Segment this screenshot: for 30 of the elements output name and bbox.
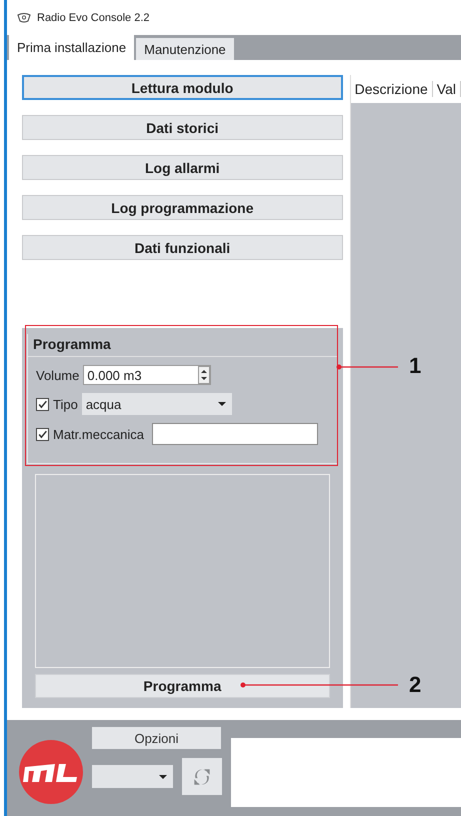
options-button[interactable]: Opzioni [92,727,221,749]
callout-number: 2 [409,672,422,698]
program-button[interactable]: Programma [35,674,330,698]
window-title: Radio Evo Console 2.2 [37,12,150,24]
action-button[interactable]: Dati funzionali [22,235,343,260]
action-button[interactable]: Log allarmi [22,155,343,180]
action-button[interactable]: Log programmazione [22,195,343,220]
caret-icon [218,402,226,406]
caret-icon [159,774,167,778]
field-label: Volume [36,368,80,382]
column-header[interactable]: Descrizione [350,81,433,97]
column-header[interactable]: Val [432,81,461,97]
field-label: Tipo [53,396,78,412]
tab[interactable]: Prima installazione [9,35,134,60]
logo-icon [19,740,83,804]
type-dropdown[interactable]: acqua [82,393,232,415]
checkbox[interactable] [36,398,49,410]
volume-spinbox[interactable]: 0.000 m3 [83,365,212,385]
field-label: Matr.meccanica [53,426,144,442]
group-title: Programma [28,336,337,357]
refresh-button[interactable] [182,758,222,795]
checkbox[interactable] [36,428,49,440]
input-field[interactable] [152,423,318,445]
app-icon [17,12,31,22]
action-button[interactable]: Dati storici [22,115,343,140]
action-button[interactable]: Lettura modulo [22,75,343,100]
leader-line [336,364,398,370]
callout-number: 1 [409,353,422,379]
spin-arrows-icon[interactable] [198,366,210,384]
tab[interactable]: Manutenzione [136,38,234,60]
